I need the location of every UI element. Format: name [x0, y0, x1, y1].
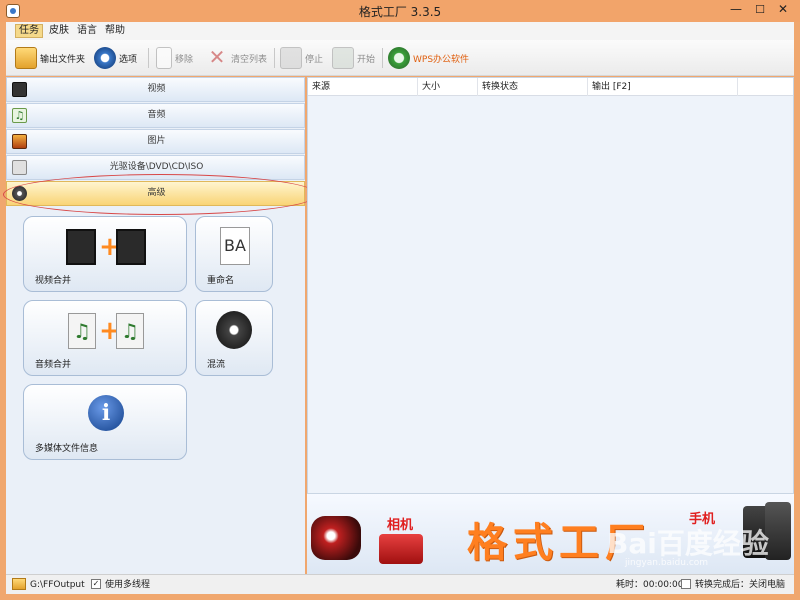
task-list[interactable]: 来源 大小 转换状态 输出 [F2]: [307, 77, 794, 494]
after-done-label: 转换完成后：关闭电脑: [695, 580, 786, 590]
mux-tile[interactable]: 混流: [195, 300, 273, 376]
camera-image: [379, 534, 423, 564]
baidu-watermark: Bai百度经验: [607, 527, 769, 560]
rename-tile[interactable]: BA 重命名: [195, 216, 273, 292]
close-button[interactable]: ✕: [770, 0, 796, 20]
output-path: G:\FFOutput: [30, 580, 85, 590]
options-button[interactable]: 选项: [94, 46, 137, 70]
column-source[interactable]: 来源: [308, 78, 418, 96]
column-output[interactable]: 输出 [F2]: [588, 78, 738, 96]
camcorder-image: [311, 516, 361, 560]
info-icon: i: [88, 395, 124, 431]
gear-icon: [94, 47, 116, 69]
toolbar: 输出文件夹 选项 移除 ✕ 清空列表 停止 开始 WPS办公软件: [6, 40, 794, 76]
phone-image: [765, 502, 791, 560]
elapsed-time: 耗时：00:00:00: [616, 580, 684, 590]
folder-icon: [15, 47, 37, 69]
menu-skin[interactable]: 皮肤: [46, 24, 72, 38]
clear-x-icon: ✕: [208, 45, 226, 69]
function-panel: 视频 ♫ 音频 图片 光驱设备\DVD\CD\ISO 高级 + 视频合并 BA …: [3, 77, 318, 574]
toolbar-separator: [148, 48, 149, 68]
media-info-tile[interactable]: i 多媒体文件信息: [23, 384, 187, 460]
folder-icon[interactable]: [12, 578, 26, 590]
stop-icon: [280, 47, 302, 69]
toolbar-separator: [382, 48, 383, 68]
column-size[interactable]: 大小: [418, 78, 478, 96]
baidu-watermark-url: jingyan.baidu.com: [625, 558, 709, 568]
menu-language[interactable]: 语言: [74, 24, 100, 38]
audio-merge-tile[interactable]: ♫ + ♫ 音频合并: [23, 300, 187, 376]
category-audio[interactable]: ♫ 音频: [6, 103, 305, 128]
multithread-label: 使用多线程: [105, 580, 151, 590]
audio-file-icon: ♫: [116, 313, 144, 349]
wps-logo-icon: [388, 47, 410, 69]
document-remove-icon: [156, 47, 172, 69]
category-video[interactable]: 视频: [6, 77, 305, 102]
rename-icon: BA: [220, 227, 250, 265]
camera-label: 相机: [387, 518, 414, 533]
shutdown-checkbox[interactable]: [681, 579, 691, 589]
output-folder-button[interactable]: 输出文件夹: [15, 46, 85, 70]
menu-bar: 任务 皮肤 语言 帮助: [6, 22, 794, 40]
mux-reel-icon: [216, 311, 252, 349]
menu-task[interactable]: 任务: [15, 24, 43, 38]
film-strip-icon: [116, 229, 146, 265]
audio-file-icon: ♫: [68, 313, 96, 349]
toolbar-separator: [274, 48, 275, 68]
stop-button[interactable]: 停止: [280, 46, 323, 70]
menu-help[interactable]: 帮助: [102, 24, 128, 38]
title-bar: 格式工厂 3.3.5 — ☐ ✕: [0, 0, 800, 22]
list-header: 来源 大小 转换状态 输出 [F2]: [308, 78, 793, 96]
play-icon: [332, 47, 354, 69]
wps-office-button[interactable]: WPS办公软件: [388, 46, 469, 70]
promo-banner[interactable]: 相机 格式工厂 手机 Bai百度经验 jingyan.baidu.com: [307, 494, 794, 574]
status-bar: G:\FFOutput ✓ 使用多线程 耗时：00:00:00 转换完成后：关闭…: [6, 574, 794, 594]
window-title: 格式工厂 3.3.5: [358, 5, 442, 19]
highlight-annotation: [3, 174, 318, 215]
column-status[interactable]: 转换状态: [478, 78, 588, 96]
film-strip-icon: [66, 229, 96, 265]
category-picture[interactable]: 图片: [6, 129, 305, 154]
multithread-checkbox[interactable]: ✓: [91, 579, 101, 589]
remove-button[interactable]: 移除: [156, 46, 193, 70]
video-merge-tile[interactable]: + 视频合并: [23, 216, 187, 292]
start-button[interactable]: 开始: [332, 46, 375, 70]
clear-list-button[interactable]: ✕ 清空列表: [206, 46, 267, 70]
